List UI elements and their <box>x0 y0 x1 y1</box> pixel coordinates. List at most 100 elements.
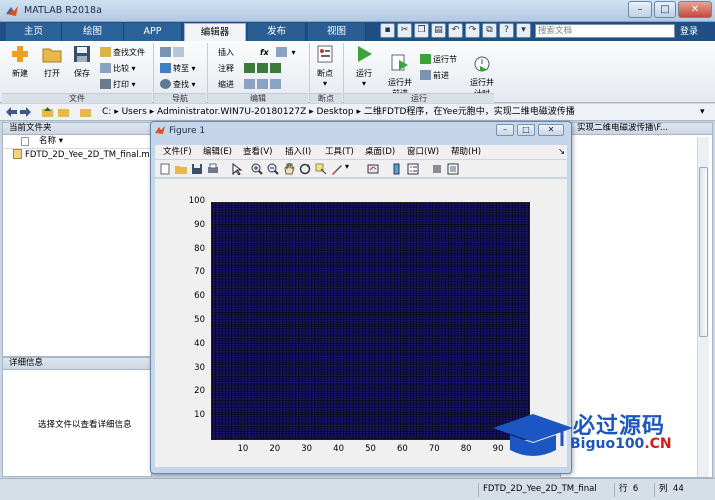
y-tick-label: 80 <box>194 243 205 254</box>
watermark-en-suffix: .CN <box>644 436 672 452</box>
options-icon[interactable]: ▾ <box>516 23 531 38</box>
save-disk-icon <box>74 46 90 62</box>
up-folder-icon[interactable] <box>42 107 53 117</box>
save-quick-icon[interactable]: ▪ <box>380 23 395 38</box>
window-title: MATLAB R2018a <box>24 5 102 16</box>
tab-home[interactable]: 主页 <box>6 23 62 41</box>
y-tick-label: 20 <box>194 386 205 397</box>
indent-icons[interactable] <box>244 78 283 91</box>
crumb-user[interactable]: Administrator.WIN7U-20180127Z <box>157 107 306 117</box>
address-dropdown-icon[interactable]: ▾ <box>700 104 705 120</box>
crumb-users[interactable]: Users <box>122 107 147 117</box>
zoom-in-icon[interactable] <box>251 163 263 175</box>
select-arrow-icon[interactable] <box>231 163 243 175</box>
find-files-button[interactable]: 查找文件 <box>100 46 145 59</box>
heatmap-axes[interactable] <box>211 202 530 440</box>
crumb-drive[interactable]: C: <box>102 107 111 117</box>
rotate-3d-icon[interactable] <box>299 163 311 175</box>
legend-icon[interactable] <box>407 163 419 175</box>
menu-dock-icon[interactable]: ↘ <box>558 145 565 159</box>
minimize-button[interactable]: – <box>628 1 652 18</box>
menu-help[interactable]: 帮助(H) <box>451 145 481 159</box>
back-arrow-icon[interactable] <box>6 107 17 117</box>
insert-section-button[interactable]: ▾ <box>276 46 296 59</box>
undo-icon[interactable]: ↶ <box>448 23 463 38</box>
figure-close-button[interactable]: ✕ <box>538 124 564 136</box>
tab-view[interactable]: 视图 <box>308 23 366 41</box>
smart-indent-icon <box>244 79 255 89</box>
print-figure-icon[interactable] <box>207 163 219 175</box>
hide-plot-tools-icon[interactable] <box>431 163 443 175</box>
breakpoints-button[interactable]: 断点 ▾ <box>312 45 338 88</box>
compare-button[interactable]: 比较 ▾ <box>100 62 136 75</box>
figure-title-bar: Figure 1 <box>155 125 205 136</box>
open-label: 打开 <box>44 69 60 78</box>
browse-folder-icon[interactable] <box>58 107 69 117</box>
list-item[interactable]: FDTD_2D_Yee_2D_TM_final.m <box>3 149 151 163</box>
colorbar-icon[interactable] <box>391 163 403 175</box>
run-section-button[interactable]: 运行节 <box>420 53 457 66</box>
login-link[interactable]: 登录 <box>680 24 698 37</box>
print-button[interactable]: 打印 ▾ <box>100 78 136 91</box>
figure-maximize-button[interactable]: □ <box>517 124 535 136</box>
tab-plots[interactable]: 绘图 <box>62 23 124 41</box>
copy-icon[interactable]: ❐ <box>414 23 429 38</box>
run-button[interactable]: 运行 ▾ <box>350 45 378 88</box>
tab-publish[interactable]: 发布 <box>248 23 306 41</box>
editor-tab-path[interactable]: 实现二维电磁波传播\F... <box>561 123 712 135</box>
fx-button[interactable]: fx <box>260 46 269 59</box>
brush-dropdown-icon[interactable]: ▾ <box>345 162 349 171</box>
data-cursor-icon[interactable] <box>315 163 327 175</box>
close-button[interactable]: ✕ <box>678 1 712 18</box>
new-button[interactable]: 新建 <box>6 45 34 79</box>
menu-window[interactable]: 窗口(W) <box>407 145 439 159</box>
zoom-out-icon[interactable] <box>267 163 279 175</box>
forward-arrow-icon[interactable] <box>20 107 31 117</box>
comment-percent-icons[interactable] <box>244 62 283 75</box>
menu-tools[interactable]: 工具(T) <box>325 145 354 159</box>
checkbox-icon[interactable] <box>21 137 29 146</box>
menu-desktop[interactable]: 桌面(D) <box>365 145 395 159</box>
open-button[interactable]: 打开 <box>38 45 66 79</box>
switch-windows-icon[interactable]: ⧉ <box>482 23 497 38</box>
search-documentation-input[interactable]: 搜索文档 <box>535 24 675 38</box>
new-figure-icon[interactable] <box>159 163 171 175</box>
find-button[interactable]: 查找 ▾ <box>160 78 196 91</box>
save-figure-icon[interactable] <box>191 163 203 175</box>
insert-button[interactable]: 插入 <box>218 46 234 59</box>
scrollbar-thumb[interactable] <box>699 167 708 337</box>
help-icon[interactable]: ? <box>499 23 514 38</box>
figure-minimize-button[interactable]: – <box>496 124 514 136</box>
crumb-folder[interactable]: 二维FDTD程序，在Yee元胞中，实现二维电磁波传播 <box>364 107 575 117</box>
show-plot-tools-icon[interactable] <box>447 163 459 175</box>
brush-icon[interactable] <box>331 163 343 175</box>
maximize-button[interactable]: □ <box>654 1 676 18</box>
back-forward-buttons[interactable] <box>160 46 186 59</box>
x-tick-label: 20 <box>269 444 281 454</box>
paste-icon[interactable]: ▤ <box>431 23 446 38</box>
x-tick-label: 80 <box>460 444 472 454</box>
comment-label: 注释 <box>218 64 234 73</box>
redo-icon[interactable]: ↷ <box>465 23 480 38</box>
run-and-time-button[interactable]: 运行并 计时 <box>466 45 498 99</box>
tab-editor[interactable]: 编辑器 <box>184 23 246 41</box>
advance-button[interactable]: 前进 <box>420 69 449 82</box>
run-advance-button[interactable]: 运行并 前进 <box>384 45 416 99</box>
name-column-header[interactable]: 名称 ▾ <box>3 135 151 149</box>
open-file-icon[interactable] <box>175 163 187 175</box>
pan-hand-icon[interactable] <box>283 163 295 175</box>
crumb-desktop[interactable]: Desktop <box>317 107 354 117</box>
link-plot-icon[interactable] <box>367 163 379 175</box>
comment-button[interactable]: 注释 <box>218 62 234 75</box>
breadcrumb[interactable]: C: ▸ Users ▸ Administrator.WIN7U-2018012… <box>102 104 575 120</box>
cut-icon[interactable]: ✂ <box>397 23 412 38</box>
save-button[interactable]: 保存 <box>68 45 96 79</box>
menu-file[interactable]: 文件(F) <box>163 145 192 159</box>
vertical-scrollbar[interactable] <box>697 137 709 477</box>
tab-apps[interactable]: APP <box>124 23 182 41</box>
goto-button[interactable]: 转至 ▾ <box>160 62 196 75</box>
menu-insert[interactable]: 插入(I) <box>285 145 311 159</box>
menu-edit[interactable]: 编辑(E) <box>203 145 232 159</box>
menu-view[interactable]: 查看(V) <box>243 145 272 159</box>
indent-button[interactable]: 缩进 <box>218 78 234 91</box>
